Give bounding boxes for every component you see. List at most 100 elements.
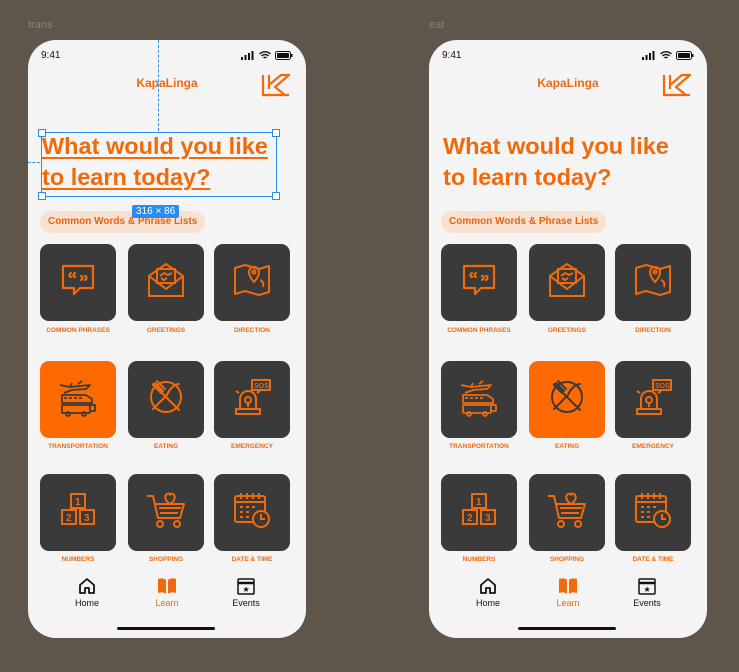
tile-label-numbers: NUMBERS — [462, 556, 496, 563]
svg-text:3: 3 — [485, 513, 491, 524]
status-time: 9:41 — [442, 50, 462, 61]
tile-label-eating: EATING — [153, 443, 179, 450]
tile-eating[interactable] — [529, 361, 605, 438]
fork-knife-plate-icon — [144, 375, 188, 424]
resize-handle[interactable] — [272, 192, 280, 200]
nav-events[interactable]: ★ Events — [216, 576, 276, 608]
status-time: 9:41 — [41, 50, 61, 61]
tile-shopping[interactable] — [128, 474, 204, 551]
svg-text:1: 1 — [476, 497, 482, 508]
nav-label: Home — [475, 598, 500, 608]
title-line: to learn today? — [443, 164, 612, 190]
tile-eating[interactable] — [128, 361, 204, 438]
tile-label-numbers: NUMBERS — [61, 556, 95, 563]
section-pill[interactable]: Common Words & Phrase Lists — [441, 211, 607, 233]
tile-numbers[interactable]: 12 3 — [40, 474, 116, 551]
shopping-cart-icon — [545, 488, 589, 537]
phone-frame-eat: 9:41 KapaLinga What would you like to lear… — [429, 40, 707, 638]
nav-label: Learn — [556, 598, 580, 608]
tile-date-time[interactable] — [615, 474, 691, 551]
kapalinga-logo-icon — [662, 73, 692, 97]
svg-text:SOS: SOS — [254, 383, 269, 390]
guide-vertical — [158, 40, 159, 131]
svg-text:1: 1 — [75, 497, 81, 508]
phone-frame-trans: 9:41 KapaLinga What would you like to lear… — [28, 40, 306, 638]
shopping-cart-icon — [144, 488, 188, 537]
selection-size-badge: 316 × 86 — [132, 205, 180, 218]
map-pin-icon — [631, 258, 675, 307]
home-indicator — [117, 627, 215, 630]
guide-horizontal — [28, 162, 40, 163]
tile-label-common-phrases: COMMON PHRASES — [46, 327, 110, 334]
book-icon — [538, 576, 598, 596]
tile-label-transportation: TRANSPORTATION — [449, 443, 509, 450]
tile-common-phrases[interactable] — [40, 244, 116, 321]
tile-label-date-time: DATE & TIME — [231, 556, 273, 563]
tile-label-shopping: SHOPPING — [549, 556, 585, 563]
tile-label-emergency: EMERGENCY — [231, 443, 273, 450]
tile-emergency[interactable]: SOS — [615, 361, 691, 438]
tile-label-eating: EATING — [554, 443, 580, 450]
tile-label-direction: DIRECTION — [635, 327, 671, 334]
section-pill[interactable]: Common Words & Phrase Lists — [40, 211, 206, 233]
envelope-handshake-icon — [545, 258, 589, 307]
tile-shopping[interactable] — [529, 474, 605, 551]
number-blocks-icon: 12 3 — [457, 488, 501, 537]
map-pin-icon — [230, 258, 274, 307]
tile-numbers[interactable]: 12 3 — [441, 474, 517, 551]
signal-icon — [241, 51, 254, 60]
tile-transportation[interactable] — [40, 361, 116, 438]
page-title: What would you like to learn today? — [443, 131, 693, 193]
wifi-icon — [259, 51, 271, 59]
fork-knife-plate-icon — [545, 375, 589, 424]
svg-text:★: ★ — [243, 585, 250, 594]
sos-siren-icon: SOS — [631, 375, 675, 424]
tile-label-shopping: SHOPPING — [148, 556, 184, 563]
resize-handle[interactable] — [38, 129, 46, 137]
nav-label: Learn — [155, 598, 179, 608]
svg-text:3: 3 — [84, 513, 90, 524]
nav-events[interactable]: ★ Events — [617, 576, 677, 608]
tile-greetings[interactable] — [529, 244, 605, 321]
sos-siren-icon: SOS — [230, 375, 274, 424]
tile-emergency[interactable]: SOS — [214, 361, 290, 438]
tile-direction[interactable] — [214, 244, 290, 321]
tile-common-phrases[interactable] — [441, 244, 517, 321]
tile-label-date-time: DATE & TIME — [632, 556, 674, 563]
resize-handle[interactable] — [272, 129, 280, 137]
tile-label-emergency: EMERGENCY — [632, 443, 674, 450]
tile-label-common-phrases: COMMON PHRASES — [447, 327, 511, 334]
selection-box[interactable] — [41, 132, 277, 197]
vehicles-icon — [56, 375, 100, 424]
star-calendar-icon: ★ — [617, 576, 677, 596]
star-calendar-icon: ★ — [216, 576, 276, 596]
svg-text:2: 2 — [467, 513, 473, 524]
nav-learn[interactable]: Learn — [137, 576, 197, 608]
nav-label: Events — [232, 598, 260, 608]
battery-icon — [275, 51, 293, 60]
tile-label-greetings: GREETINGS — [146, 327, 186, 334]
tile-direction[interactable] — [615, 244, 691, 321]
nav-home[interactable]: Home — [57, 576, 117, 608]
kapalinga-logo-icon — [261, 73, 291, 97]
home-indicator — [518, 627, 616, 630]
signal-icon — [642, 51, 655, 60]
envelope-handshake-icon — [144, 258, 188, 307]
tile-greetings[interactable] — [128, 244, 204, 321]
nav-label: Home — [74, 598, 99, 608]
bottom-nav: Home Learn ★ Events — [28, 576, 306, 616]
status-icons — [642, 51, 694, 60]
tile-transportation[interactable] — [441, 361, 517, 438]
quote-bubble-icon — [457, 258, 501, 307]
battery-icon — [676, 51, 694, 60]
resize-handle[interactable] — [38, 192, 46, 200]
bottom-nav: Home Learn ★ Events — [429, 576, 707, 616]
nav-home[interactable]: Home — [458, 576, 518, 608]
home-icon — [57, 576, 117, 596]
frame-label: trans — [28, 19, 53, 31]
tile-label-transportation: TRANSPORTATION — [48, 443, 108, 450]
nav-learn[interactable]: Learn — [538, 576, 598, 608]
home-icon — [458, 576, 518, 596]
tile-date-time[interactable] — [214, 474, 290, 551]
title-line: What would you like — [443, 133, 669, 159]
